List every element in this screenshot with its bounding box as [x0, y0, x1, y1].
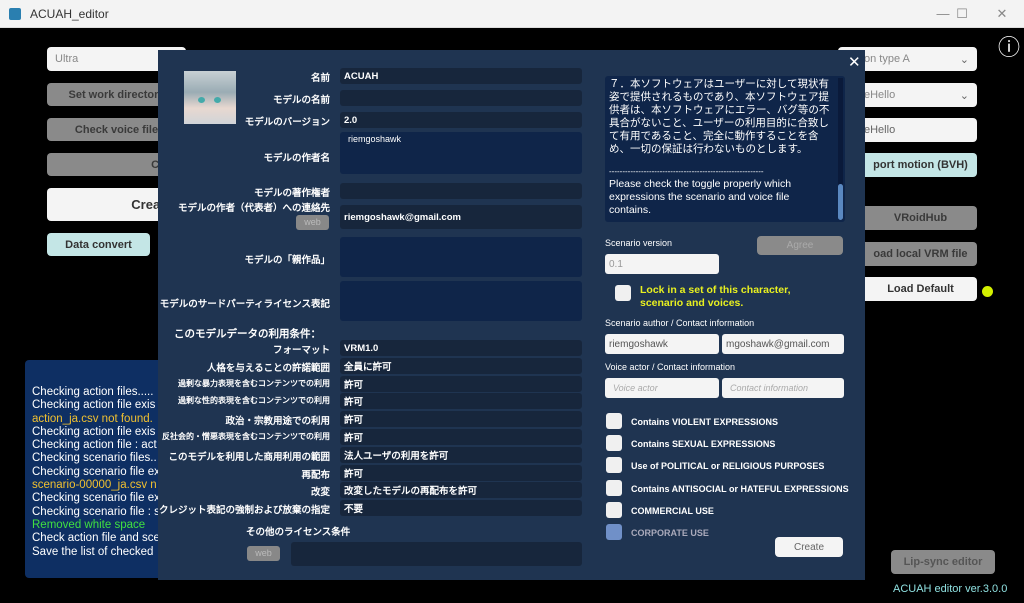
- term-label: このモデルを利用した商用利用の範囲: [90, 449, 330, 463]
- term-label: 改変: [90, 484, 330, 498]
- status-dot: [982, 286, 993, 297]
- version-field: 2.0: [340, 112, 582, 128]
- term-value: 不要: [340, 500, 582, 516]
- voice-actor-placeholder: Voice actor: [613, 383, 658, 393]
- contact-field: riemgoshawk@gmail.com: [340, 205, 582, 229]
- app-icon: [9, 8, 21, 20]
- contact-web-button[interactable]: web: [296, 215, 329, 230]
- license-text: ７．本ソフトウェアはユーザーに対して現状有姿で提供されるものであり、本ソフトウェ…: [609, 78, 833, 156]
- contact-label: モデルの作者（代表者）への連絡先: [90, 200, 330, 214]
- lock-label: Lock in a set of this character, scenari…: [640, 284, 830, 310]
- maximize-button[interactable]: ☐: [947, 4, 977, 24]
- scenario-version-label: Scenario version: [605, 238, 672, 248]
- chevron-down-icon: ⌄: [960, 53, 969, 66]
- create-scenario-button[interactable]: Create: [775, 537, 843, 557]
- license-english: Please check the toggle properly which e…: [609, 178, 833, 217]
- scenario-author-label: Scenario author / Contact information: [605, 318, 754, 328]
- term-label: 過剰な性的表現を含むコンテンツでの利用: [90, 395, 330, 406]
- term-label: 政治・宗教用途での利用: [90, 413, 330, 427]
- voice-contact-placeholder: Contact information: [730, 383, 808, 393]
- copyright-label: モデルの著作権者: [90, 185, 330, 199]
- agree-button[interactable]: Agree: [757, 236, 843, 255]
- close-window-button[interactable]: ✕: [987, 4, 1017, 24]
- license-textbox[interactable]: ７．本ソフトウェアはユーザーに対して現状有姿で提供されるものであり、本ソフトウェ…: [605, 76, 845, 222]
- author-field: riemgoshawk: [340, 132, 582, 174]
- version-label: ACUAH editor ver.3.0.0: [893, 583, 1007, 595]
- model-name-field: [340, 90, 582, 106]
- model-info-dialog: ✕ 名前 ACUAH モデルの名前 モデルのバージョン 2.0 モデルの作者名 …: [158, 50, 865, 580]
- toggle-checkbox[interactable]: [606, 413, 622, 429]
- toggle-label: Contains ANTISOCIAL or HATEFUL EXPRESSIO…: [631, 484, 849, 494]
- toggle-label: Contains VIOLENT EXPRESSIONS: [631, 417, 778, 427]
- lipsync-editor-button[interactable]: Lip-sync editor: [891, 550, 995, 574]
- third-party-label: モデルのサードパーティライセンス表記: [90, 296, 330, 310]
- parent-work-field: [340, 237, 582, 277]
- window-title: ACUAH_editor: [30, 7, 109, 21]
- voice-actor-input[interactable]: Voice actor: [605, 378, 719, 398]
- term-value: 許可: [340, 429, 582, 445]
- separator: ----------------------------------------…: [609, 165, 789, 178]
- term-label: 人格を与えることの許諾範囲: [90, 360, 330, 374]
- parent-work-label: モデルの「親作品」: [90, 252, 330, 266]
- toggle-checkbox[interactable]: [606, 524, 622, 540]
- log-line: Check action file and sce: [32, 532, 175, 545]
- term-value: VRM1.0: [340, 340, 582, 356]
- term-value: 全員に許可: [340, 358, 582, 374]
- other-license-field: [291, 542, 582, 566]
- term-value: 許可: [340, 393, 582, 409]
- toggle-label: Contains SEXUAL EXPRESSIONS: [631, 439, 775, 449]
- voice-actor-label: Voice actor / Contact information: [605, 362, 735, 372]
- voice-contact-input[interactable]: Contact information: [722, 378, 844, 398]
- term-value: 改変したモデルの再配布を許可: [340, 482, 582, 498]
- author-label: モデルの作者名: [90, 150, 330, 164]
- lock-checkbox[interactable]: [615, 285, 631, 301]
- log-line: Removed white space: [32, 519, 175, 532]
- scenario-author-input[interactable]: riemgoshawk: [605, 334, 719, 354]
- scenario-contact-input[interactable]: mgoshawk@gmail.com: [722, 334, 844, 354]
- name-label: 名前: [90, 70, 330, 84]
- other-license-web-button[interactable]: web: [247, 546, 280, 561]
- term-label: 再配布: [90, 467, 330, 481]
- copyright-field: [340, 183, 582, 199]
- version-label: モデルのバージョン: [90, 114, 330, 128]
- info-icon[interactable]: ⓘ: [998, 30, 1020, 62]
- model-name-label: モデルの名前: [90, 92, 330, 106]
- chevron-down-icon: ⌄: [960, 89, 969, 102]
- third-party-field: [340, 281, 582, 321]
- name-field: ACUAH: [340, 68, 582, 84]
- term-label: クレジット表記の強制および放棄の指定: [90, 502, 330, 516]
- toggle-label: COMMERCIAL USE: [631, 506, 714, 516]
- toggle-label: CORPORATE USE: [631, 528, 709, 538]
- motion-value: eHello: [864, 89, 895, 101]
- title-bar: ACUAH_editor — ☐ ✕: [0, 0, 1024, 28]
- toggle-checkbox[interactable]: [606, 502, 622, 518]
- toggle-label: Use of POLITICAL or RELIGIOUS PURPOSES: [631, 461, 824, 471]
- scrollbar-thumb[interactable]: [838, 184, 843, 220]
- toggle-checkbox[interactable]: [606, 480, 622, 496]
- term-label: 過剰な暴力表現を含むコンテンツでの利用: [90, 378, 330, 389]
- term-label: フォーマット: [90, 342, 330, 356]
- term-value: 許可: [340, 376, 582, 392]
- other-license-label: その他のライセンス条件: [246, 524, 350, 538]
- term-value: 許可: [340, 465, 582, 481]
- scenario-version-input[interactable]: 0.1: [605, 254, 719, 274]
- term-value: 許可: [340, 411, 582, 427]
- close-dialog-button[interactable]: ✕: [848, 53, 861, 71]
- term-value: 法人ユーザの利用を許可: [340, 447, 582, 463]
- log-line: Save the list of checked: [32, 546, 175, 559]
- toggle-checkbox[interactable]: [606, 457, 622, 473]
- motion-type-value: on type A: [864, 53, 910, 65]
- term-label: 反社会的・憎悪表現を含むコンテンツでの利用: [90, 431, 330, 442]
- terms-heading: このモデルデータの利用条件：: [174, 326, 321, 341]
- toggle-checkbox[interactable]: [606, 435, 622, 451]
